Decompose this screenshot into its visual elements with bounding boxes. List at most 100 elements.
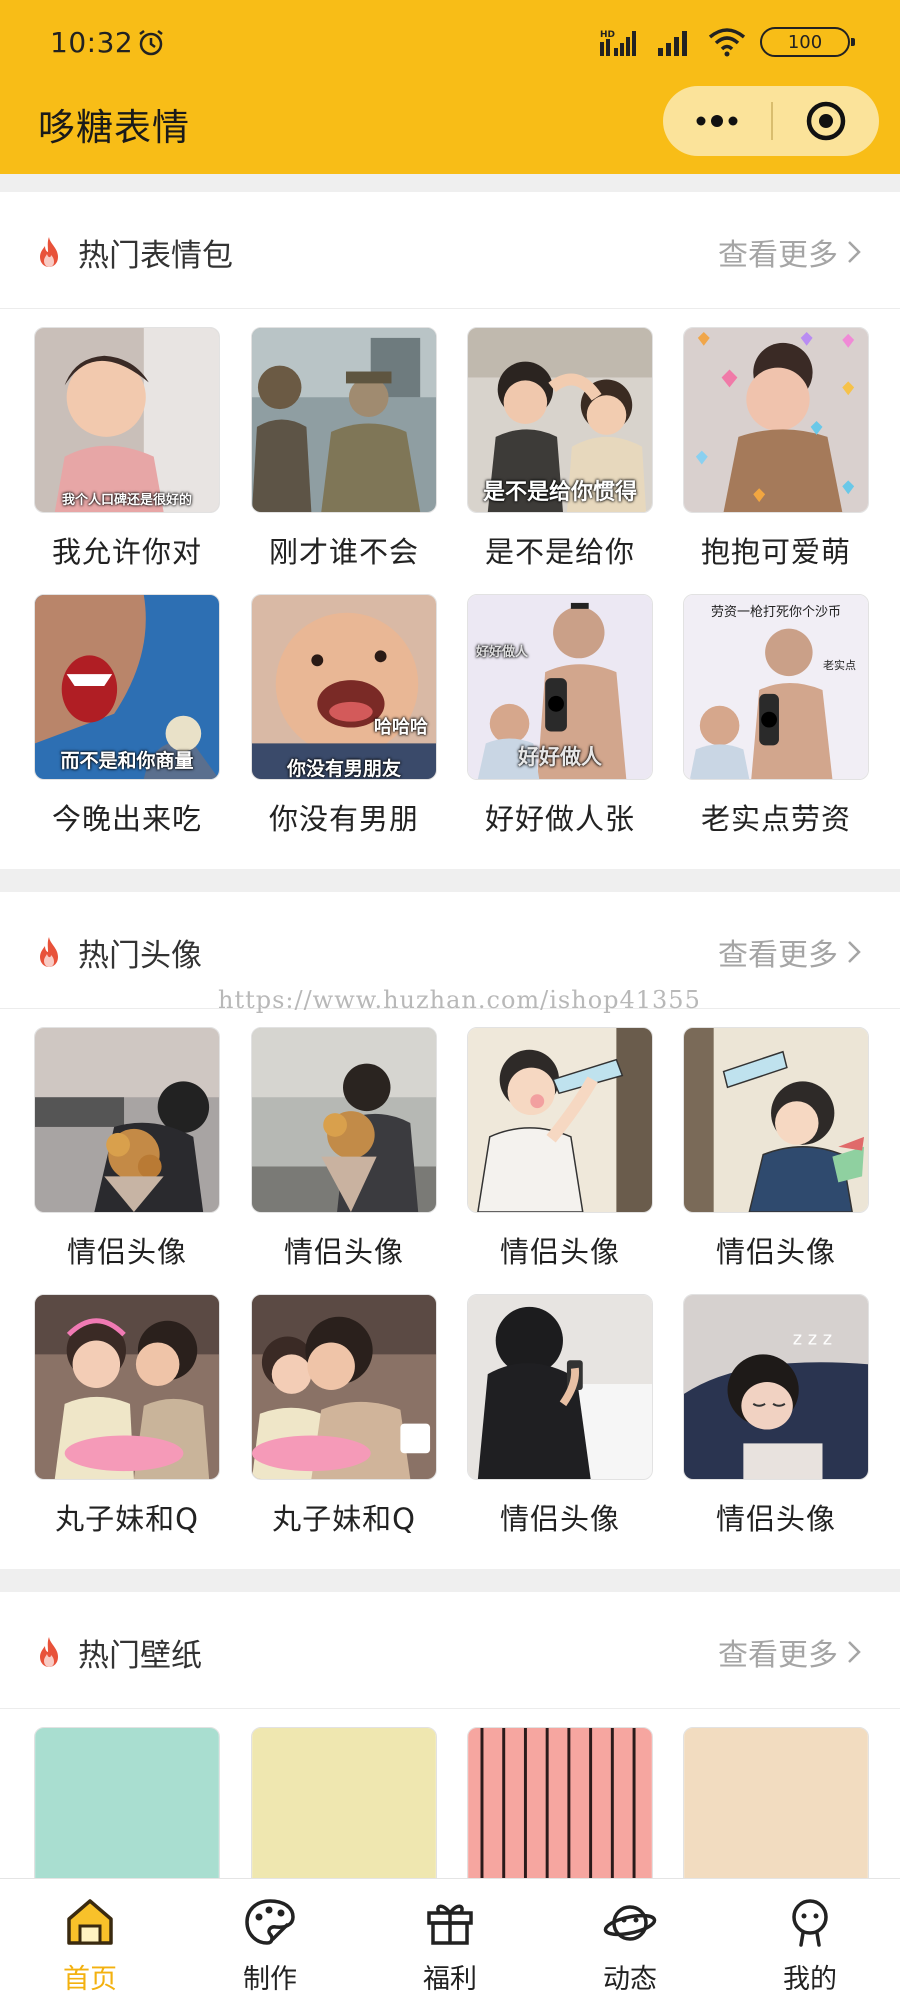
- wallpaper-thumbnail: [683, 1727, 869, 1887]
- sticker-caption: 我允许你对: [51, 535, 202, 569]
- avatar-caption: 情侣头像: [499, 1235, 620, 1269]
- gift-icon: [427, 1904, 473, 1945]
- close-button[interactable]: [773, 86, 879, 156]
- app-header: 10:32 HD 100 哆糖表情: [0, 0, 900, 174]
- fire-icon: [40, 237, 58, 267]
- sticker-caption: 好好做人张: [484, 802, 635, 836]
- fire-icon: [40, 1637, 58, 1667]
- avatar-card[interactable]: 情侣头像: [683, 1027, 869, 1271]
- see-more-link[interactable]: 查看更多: [718, 930, 862, 974]
- wallpaper-card[interactable]: [467, 1727, 653, 1887]
- tab-mine[interactable]: 我的: [720, 1879, 900, 2000]
- section-header: 热门壁纸 查看更多: [0, 1592, 900, 1709]
- avatar-card[interactable]: 情侣头像: [34, 1027, 220, 1271]
- sticker-thumbnail: [251, 327, 437, 513]
- avatar-thumbnail: [683, 1027, 869, 1213]
- avatar-thumbnail: [467, 1294, 653, 1480]
- wallpaper-thumbnail: [34, 1727, 220, 1887]
- avatar-thumbnail: [34, 1294, 220, 1480]
- sticker-thumbnail: 劳资一枪打死你个沙币 老实点: [683, 594, 869, 780]
- sticker-card[interactable]: 好好做人 好好做人 好好做人张: [467, 594, 653, 838]
- home-icon: [67, 1899, 113, 1945]
- status-bar: 10:32 HD 100: [0, 0, 900, 88]
- sticker-caption: 你没有男朋: [268, 802, 419, 836]
- avatar-thumbnail: [251, 1027, 437, 1213]
- see-more-label: 查看更多: [718, 938, 838, 973]
- page-title: 哆糖表情: [38, 106, 190, 149]
- sticker-thumbnail: [683, 327, 869, 513]
- tab-feed[interactable]: 动态: [540, 1879, 720, 2000]
- sticker-overlay-text: 而不是和你商量: [60, 750, 194, 772]
- sticker-overlay-text-2: 老实点: [823, 659, 856, 672]
- status-time: 10:32: [50, 26, 134, 59]
- avatar-card[interactable]: 丸子妹和Q: [251, 1294, 437, 1538]
- tab-label: 福利: [423, 1964, 477, 1995]
- sticker-thumbnail: 而不是和你商量: [34, 594, 220, 780]
- see-more-label: 查看更多: [718, 238, 838, 273]
- avatar-thumbnail: [34, 1027, 220, 1213]
- sticker-caption: 今晚出来吃: [51, 802, 202, 836]
- tab-label: 动态: [603, 1964, 657, 1995]
- avatar-caption: 情侣头像: [715, 1502, 836, 1536]
- avatar-caption: 丸子妹和Q: [272, 1502, 416, 1536]
- avatar-thumbnail: [467, 1027, 653, 1213]
- sticker-card[interactable]: 而不是和你商量 今晚出来吃: [34, 594, 220, 838]
- section-hot-stickers: 热门表情包 查看更多 我个人口碑还是很好的 我允许你对 刚才谁不会 是不是给你惯…: [0, 192, 900, 869]
- sticker-caption: 刚才谁不会: [268, 535, 419, 569]
- section-title: 热门头像: [78, 938, 202, 974]
- sticker-card[interactable]: 劳资一枪打死你个沙币 老实点 老实点劳资: [683, 594, 869, 838]
- sticker-thumbnail: 是不是给你惯得: [467, 327, 653, 513]
- see-more-link[interactable]: 查看更多: [718, 1630, 862, 1674]
- planet-icon: [603, 1905, 657, 1941]
- wallpaper-card[interactable]: [251, 1727, 437, 1887]
- signal-hd-icon: HD: [600, 30, 636, 56]
- sticker-card[interactable]: 是不是给你惯得 是不是给你: [467, 327, 653, 571]
- avatar-caption: 情侣头像: [715, 1235, 836, 1269]
- sticker-caption: 是不是给你: [484, 535, 635, 569]
- more-button[interactable]: [663, 86, 771, 156]
- avatar-card[interactable]: z z z 情侣头像: [683, 1294, 869, 1538]
- sticker-card[interactable]: 抱抱可爱萌: [683, 327, 869, 571]
- alarm-icon: [139, 30, 163, 56]
- sticker-card[interactable]: 刚才谁不会: [251, 327, 437, 571]
- sticker-thumbnail: 好好做人 好好做人: [467, 594, 653, 780]
- signal-icon: [658, 31, 687, 56]
- see-more-link[interactable]: 查看更多: [718, 230, 862, 274]
- tab-label: 制作: [243, 1964, 297, 1995]
- battery-level: 100: [787, 31, 823, 53]
- sticker-overlay-text-2: 哈哈哈: [374, 717, 428, 738]
- tab-label: 首页: [63, 1964, 117, 1995]
- sticker-card[interactable]: 哈哈哈 你没有男朋友 你没有男朋: [251, 594, 437, 838]
- network-type-label: HD: [600, 30, 615, 40]
- tab-home[interactable]: 首页: [0, 1879, 180, 2000]
- sticker-overlay-text: 我个人口碑还是很好的: [61, 493, 192, 508]
- wallpaper-card[interactable]: [34, 1727, 220, 1887]
- avatar-card[interactable]: 情侣头像: [467, 1027, 653, 1271]
- tab-make[interactable]: 制作: [180, 1879, 360, 2000]
- section-header: 热门表情包 查看更多: [0, 192, 900, 309]
- avatar-caption: 情侣头像: [283, 1235, 404, 1269]
- miniprogram-capsule: [663, 86, 879, 156]
- wallpaper-thumbnail: [251, 1727, 437, 1887]
- wallpaper-card[interactable]: [683, 1727, 869, 1887]
- target-close-icon: [806, 101, 846, 141]
- palette-icon: [245, 1899, 295, 1945]
- avatar-caption: 丸子妹和Q: [55, 1502, 199, 1536]
- avatar-card[interactable]: 情侣头像: [467, 1294, 653, 1538]
- sticker-overlay-text: 好好做人: [518, 745, 602, 769]
- chevron-right-icon: [848, 241, 861, 263]
- wifi-icon: [708, 28, 746, 57]
- sticker-card[interactable]: 我个人口碑还是很好的 我允许你对: [34, 327, 220, 571]
- svg-text:z z z: z z z: [793, 1328, 832, 1349]
- avatar-caption: 情侣头像: [66, 1235, 187, 1269]
- sticker-caption: 抱抱可爱萌: [700, 535, 851, 569]
- avatar-card[interactable]: 情侣头像: [251, 1027, 437, 1271]
- tab-benefits[interactable]: 福利: [360, 1879, 540, 2000]
- more-dots-icon: [696, 115, 738, 127]
- status-icons: HD 100: [600, 26, 855, 58]
- sticker-thumbnail: 我个人口碑还是很好的: [34, 327, 220, 513]
- avatar-card[interactable]: 丸子妹和Q: [34, 1294, 220, 1538]
- avatar-caption: 情侣头像: [499, 1502, 620, 1536]
- avatar-thumbnail: [251, 1294, 437, 1480]
- chevron-right-icon: [848, 941, 861, 963]
